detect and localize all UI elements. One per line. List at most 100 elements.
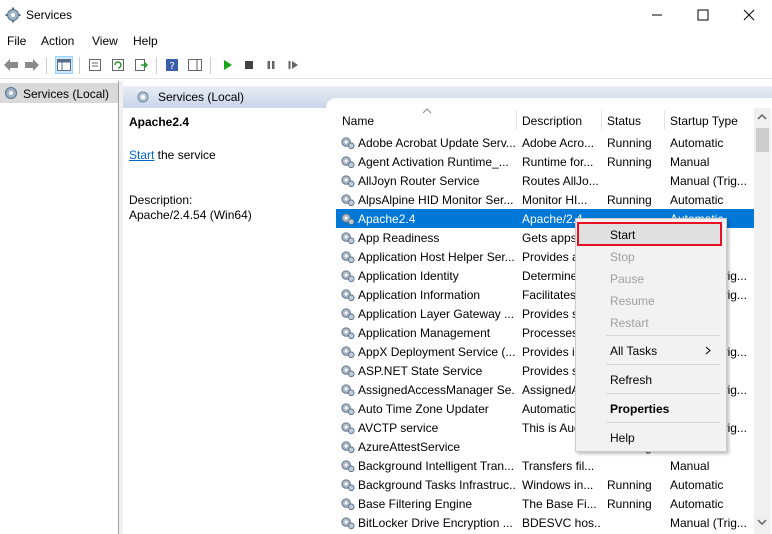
service-gear-icon (341, 441, 355, 454)
forward-button[interactable] (23, 56, 41, 74)
vertical-scrollbar[interactable] (754, 108, 771, 534)
pause-icon (267, 61, 275, 69)
column-divider[interactable] (664, 110, 665, 130)
service-row[interactable]: BitLocker Drive Encryption ... BDESVC hos… (336, 513, 754, 532)
service-description: Routes AllJo... (522, 174, 599, 188)
pause-service-toolbar-button[interactable] (262, 56, 280, 74)
service-name: Application Layer Gateway ... (358, 307, 515, 321)
menu-help[interactable]: Help (133, 34, 158, 48)
menu-action[interactable]: Action (41, 34, 74, 48)
context-menu-stop[interactable]: Stop (576, 245, 726, 267)
resume-icon (288, 61, 298, 69)
column-header-name[interactable]: Name (342, 114, 374, 128)
pane-header-title: Services (Local) (158, 90, 245, 104)
menu-file[interactable]: File (7, 34, 26, 48)
close-button[interactable] (726, 0, 772, 30)
refresh-toolbar-button[interactable] (109, 56, 127, 74)
minimize-icon (652, 14, 662, 16)
service-description: Runtime for... (522, 155, 594, 169)
service-row[interactable]: AllJoyn Router Service Routes AllJo... Man… (336, 171, 754, 190)
service-name: AzureAttestService (358, 440, 461, 454)
context-menu: Start Stop Pause Resume Restart All Tasks Refr… (575, 218, 727, 452)
context-menu-label: Resume (610, 294, 655, 308)
service-name: AlpsAlpine HID Monitor Ser... (358, 193, 514, 207)
context-menu-label: Start (610, 228, 636, 242)
service-description: Adobe Acro... (522, 136, 595, 150)
column-divider[interactable] (516, 110, 517, 130)
description-text: Apache/2.4.54 (Win64) (129, 208, 252, 222)
service-row[interactable]: Agent Activation Runtime_... Runtime for.… (336, 152, 754, 171)
service-status: Running (607, 193, 652, 207)
export-list-icon (135, 59, 148, 71)
column-header-description[interactable]: Description (522, 114, 582, 128)
show-hide-action-pane-button[interactable] (186, 56, 204, 74)
action-pane-icon (188, 59, 202, 71)
start-service-line: Start the service (129, 148, 216, 162)
show-hide-console-tree-button[interactable] (55, 56, 73, 74)
scroll-down-icon[interactable] (757, 518, 767, 526)
selected-service-name: Apache2.4 (129, 115, 190, 129)
description-label: Description: (129, 193, 193, 207)
context-menu-help[interactable]: Help (576, 426, 726, 448)
export-list-button[interactable] (132, 56, 150, 74)
start-service-link[interactable]: Start (129, 148, 154, 162)
column-divider[interactable] (601, 110, 602, 130)
service-row[interactable]: Background Intelligent Tran... Transfers … (336, 456, 754, 475)
window-title: Services (26, 8, 73, 22)
column-header-startup-type[interactable]: Startup Type (670, 114, 738, 128)
close-icon (743, 9, 755, 21)
scrollbar-thumb[interactable] (756, 128, 769, 152)
stop-icon (245, 61, 253, 69)
maximize-button[interactable] (680, 0, 726, 30)
service-row[interactable]: AlpsAlpine HID Monitor Ser... Monitor HI.… (336, 190, 754, 209)
scroll-up-icon[interactable] (757, 113, 767, 121)
toolbar-separator (46, 57, 47, 74)
service-row[interactable]: Base Filtering Engine The Base Fi... Runni… (336, 494, 754, 513)
service-startup-type: Automatic (670, 136, 724, 150)
service-gear-icon (341, 365, 355, 378)
context-menu-resume[interactable]: Resume (576, 289, 726, 311)
minimize-button[interactable] (634, 0, 680, 30)
service-status: Running (607, 478, 652, 492)
context-menu-start[interactable]: Start (576, 223, 726, 245)
service-description: Monitor HI... (522, 193, 588, 207)
service-name: Auto Time Zone Updater (358, 402, 489, 416)
context-menu-label: Properties (610, 402, 670, 416)
service-name: Background Intelligent Tran... (358, 459, 515, 473)
properties-toolbar-button[interactable] (86, 56, 104, 74)
context-menu-refresh[interactable]: Refresh (576, 368, 726, 390)
context-menu-label: Stop (610, 250, 635, 264)
help-book-icon: ? (166, 59, 178, 72)
service-gear-icon (341, 137, 355, 150)
service-name: ASP.NET State Service (358, 364, 483, 378)
service-name: Application Identity (358, 269, 459, 283)
sort-ascending-icon (422, 108, 432, 114)
back-button[interactable] (2, 56, 20, 74)
back-arrow-icon (4, 59, 18, 71)
service-gear-icon (341, 289, 355, 302)
service-name: Base Filtering Engine (358, 497, 473, 511)
help-toolbar-button[interactable]: ? (163, 56, 181, 74)
column-header-status[interactable]: Status (607, 114, 641, 128)
context-menu-all-tasks[interactable]: All Tasks (576, 339, 726, 361)
pane-header: Services (Local) (123, 86, 772, 108)
context-menu-pause[interactable]: Pause (576, 267, 726, 289)
context-menu-properties[interactable]: Properties (576, 397, 726, 419)
start-service-toolbar-button[interactable] (218, 56, 236, 74)
service-row[interactable]: Adobe Acrobat Update Serv... Adobe Acro..… (336, 133, 754, 152)
submenu-arrow-icon (705, 346, 711, 355)
menu-separator (606, 422, 720, 423)
service-gear-icon (341, 346, 355, 359)
service-startup-type: Automatic (670, 497, 724, 511)
context-menu-restart[interactable]: Restart (576, 311, 726, 333)
context-menu-label: Pause (610, 272, 645, 286)
resume-service-toolbar-button[interactable] (284, 56, 302, 74)
service-startup-type: Automatic (670, 478, 724, 492)
service-description: BDESVC hos... (522, 516, 600, 530)
menu-view[interactable]: View (92, 34, 118, 48)
stop-service-toolbar-button[interactable] (240, 56, 258, 74)
service-row[interactable]: Background Tasks Infrastruc... Windows in… (336, 475, 754, 494)
service-gear-icon (341, 384, 355, 397)
service-name: Application Host Helper Ser... (358, 250, 515, 264)
tree-item-services-local[interactable]: Services (Local) (0, 83, 118, 103)
